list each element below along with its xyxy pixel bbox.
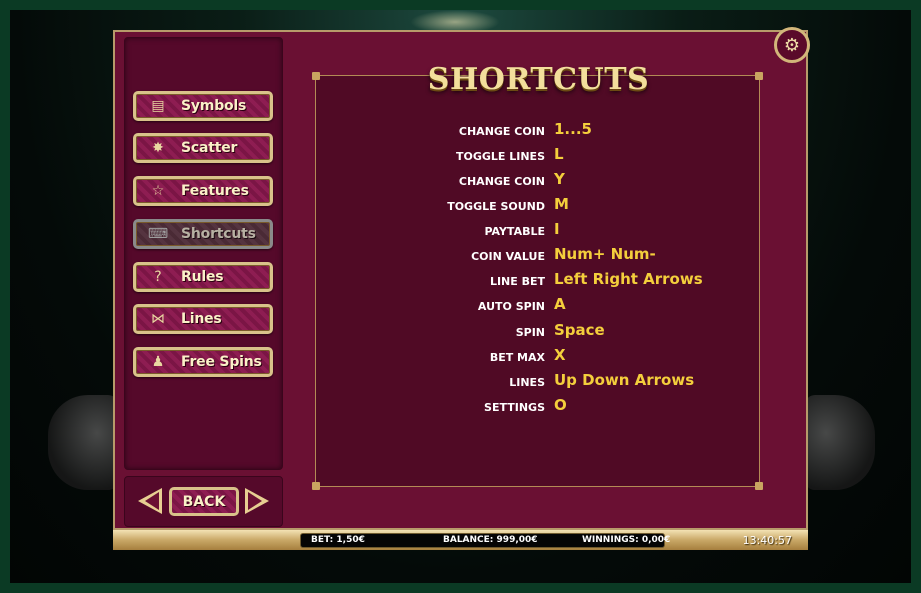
shortcut-value: Left Right Arrows [554, 270, 703, 288]
shortcut-key: CHANGE COIN [458, 125, 545, 138]
question-icon: ? [154, 269, 162, 285]
nav-label: Scatter [181, 140, 238, 156]
shortcut-row: TOGGLE SOUND M [316, 195, 761, 220]
frame-corner [312, 482, 320, 490]
status-pill: BET: 1,50€ BALANCE: 999,00€ WINNINGS: 0,… [300, 533, 670, 548]
shortcut-value: L [554, 145, 564, 163]
nav-features-button[interactable]: ☆ Features [133, 176, 273, 206]
shortcut-row: COIN VALUE Num+ Num- [316, 245, 761, 270]
background-car-left [48, 395, 118, 490]
nav-rules-button[interactable]: ? Rules [133, 262, 273, 292]
shortcut-value: M [554, 195, 569, 213]
nav-label: Symbols [181, 98, 247, 114]
shortcut-key: SETTINGS [484, 401, 545, 414]
shortcut-row: LINES Up Down Arrows [316, 371, 761, 396]
sidebar: ▤ Symbols ✸ Scatter ☆ Features ⌨ Shortcu… [124, 37, 283, 470]
shortcut-key: TOGGLE LINES [455, 150, 545, 163]
shortcut-key: SPIN [515, 326, 545, 339]
clock: 13:40:57 [742, 534, 792, 547]
shortcut-key: LINE BET [489, 275, 545, 288]
nav-label: Rules [181, 269, 224, 285]
shortcut-row: TOGGLE LINES L [316, 145, 761, 170]
shortcut-key: AUTO SPIN [477, 300, 545, 313]
shortcut-key: PAYTABLE [484, 225, 545, 238]
previous-arrow-inner [145, 492, 159, 510]
nav-label: Shortcuts [181, 226, 256, 242]
shortcut-value: A [554, 295, 566, 313]
nav-scatter-button[interactable]: ✸ Scatter [133, 133, 273, 163]
shortcut-value: X [554, 346, 566, 364]
shortcut-key: TOGGLE SOUND [447, 200, 545, 213]
balance-readout: BALANCE: 999,00€ [443, 535, 538, 545]
paytable-window: ▤ Symbols ✸ Scatter ☆ Features ⌨ Shortcu… [113, 30, 808, 530]
gear-icon[interactable]: ⚙ [774, 27, 810, 63]
nav-symbols-button[interactable]: ▤ Symbols [133, 91, 273, 121]
shortcut-value: I [554, 220, 560, 238]
shortcut-value: Num+ Num- [554, 245, 656, 263]
shortcut-row: BET MAX X [316, 346, 761, 371]
shortcut-value: Up Down Arrows [554, 371, 695, 389]
shortcut-value: Space [554, 321, 605, 339]
nav-label: Lines [181, 311, 222, 327]
nav-label: Features [181, 183, 249, 199]
shortcut-row: AUTO SPIN A [316, 295, 761, 320]
shortcut-row: PAYTABLE I [316, 220, 761, 245]
back-button[interactable]: BACK [169, 487, 239, 516]
shortcut-value: O [554, 396, 567, 414]
shortcut-row: CHANGE COIN 1...5 [316, 120, 761, 145]
star-icon: ☆ [151, 183, 165, 199]
nav-lines-button[interactable]: ⋈ Lines [133, 304, 273, 334]
shortcut-value: 1...5 [554, 120, 592, 138]
shortcut-row: CHANGE COIN Y [316, 170, 761, 195]
nav-shortcuts-button[interactable]: ⌨ Shortcuts [133, 219, 273, 249]
background-car-right [805, 395, 875, 490]
shortcut-key: COIN VALUE [471, 250, 545, 263]
winnings-readout: WINNINGS: 0,00€ [582, 535, 671, 545]
lines-icon: ⋈ [151, 311, 165, 327]
shortcut-key: LINES [509, 376, 545, 389]
nav-label: Free Spins [181, 354, 262, 370]
bet-readout: BET: 1,50€ [311, 535, 365, 545]
shortcut-key: CHANGE COIN [458, 175, 545, 188]
shortcut-key: BET MAX [489, 351, 545, 364]
nav-free-spins-button[interactable]: ♟ Free Spins [133, 347, 273, 377]
back-panel: BACK [124, 476, 283, 527]
keyboard-icon: ⌨ [147, 226, 169, 242]
next-arrow-inner [248, 492, 262, 510]
shortcut-row: SETTINGS O [316, 396, 761, 421]
scatter-icon: ✸ [152, 140, 164, 156]
page-title: SHORTCUTS [427, 62, 650, 97]
joystick-icon: ♟ [151, 354, 165, 370]
frame-corner [755, 482, 763, 490]
shortcuts-panel: SHORTCUTS CHANGE COIN 1...5 TOGGLE LINES… [312, 62, 763, 490]
shortcut-row: LINE BET Left Right Arrows [316, 270, 761, 295]
shortcut-value: Y [554, 170, 565, 188]
status-bar: BET: 1,50€ BALANCE: 999,00€ WINNINGS: 0,… [113, 530, 808, 550]
shortcut-row: SPIN Space [316, 321, 761, 346]
symbols-icon: ▤ [151, 98, 165, 114]
